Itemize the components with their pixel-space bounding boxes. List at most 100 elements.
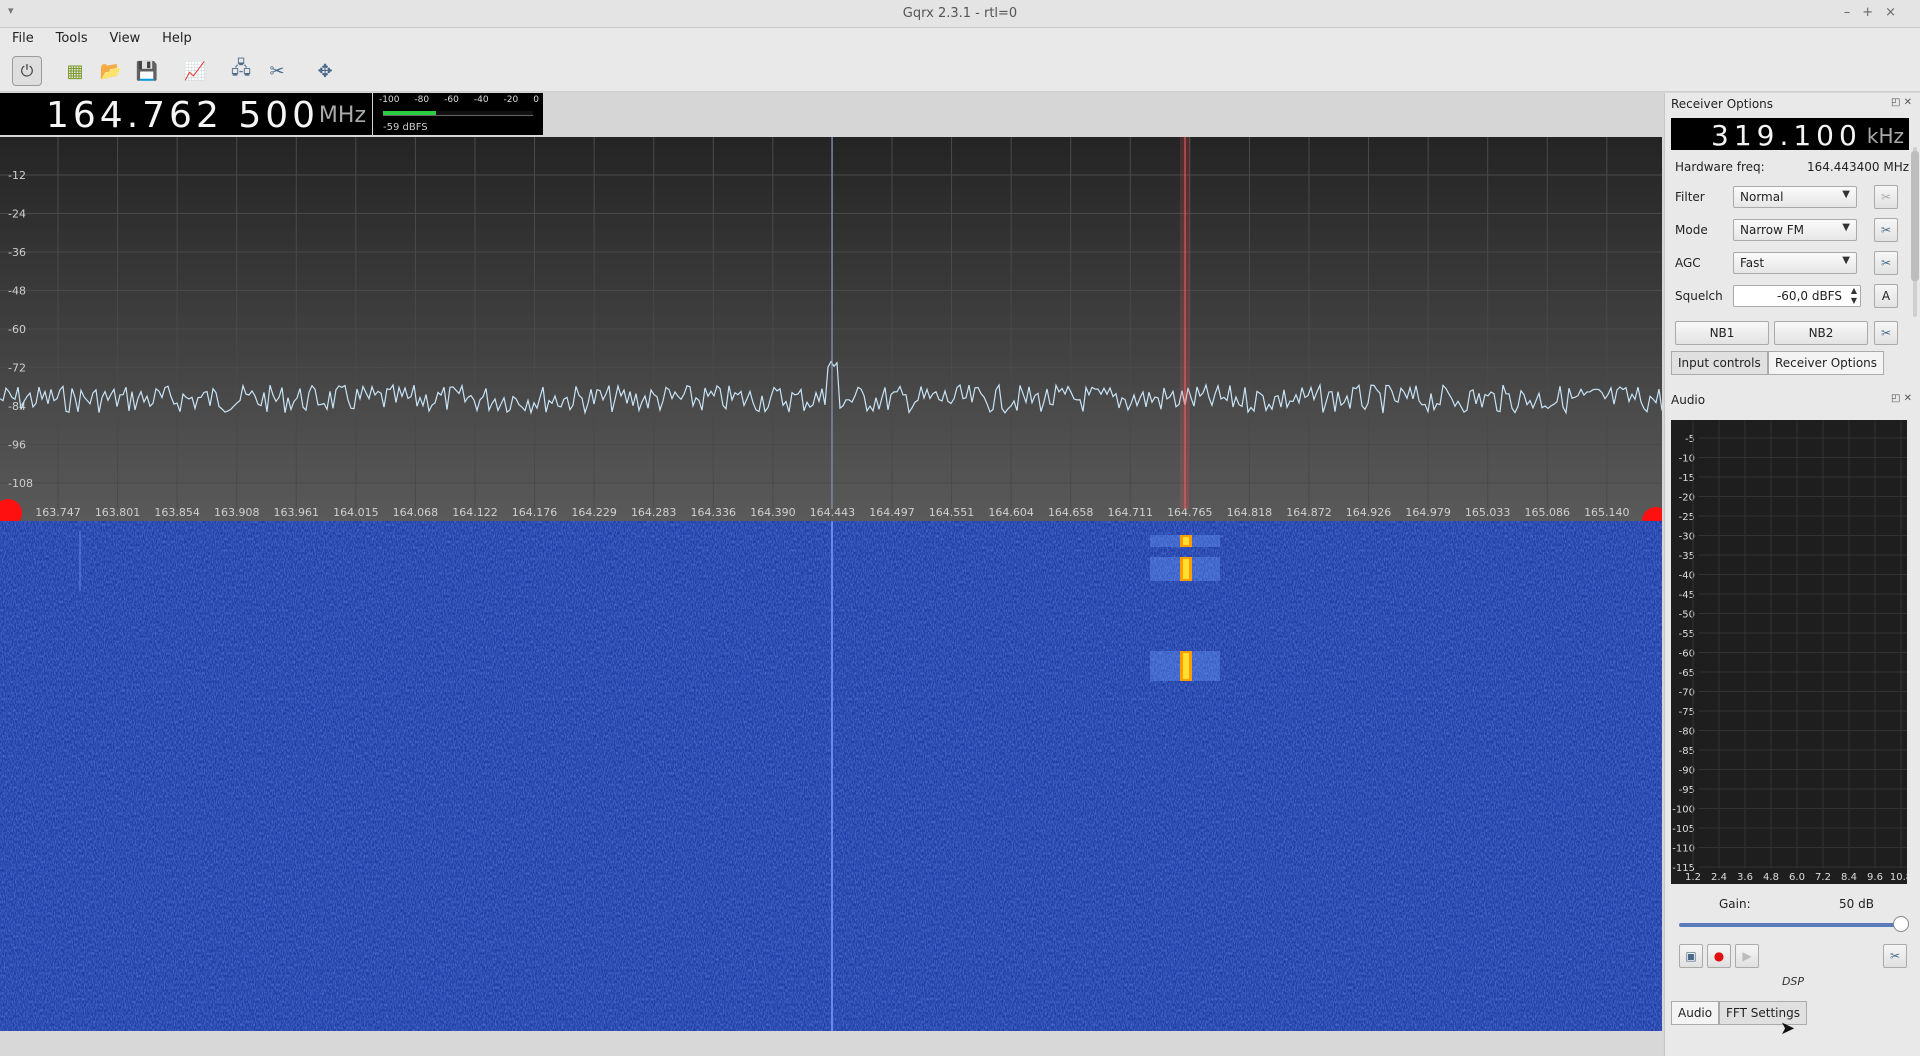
tab-receiver-options[interactable]: Receiver Options (1768, 351, 1885, 375)
freq-tick-label: 164.336 (691, 506, 737, 519)
scroll-thumb[interactable] (1911, 151, 1919, 281)
menu-file[interactable]: File (0, 28, 40, 46)
db-tick-label: -96 (8, 439, 26, 452)
nb1-button[interactable]: NB1 (1675, 321, 1769, 345)
remote-button[interactable]: 🖧 (226, 56, 256, 86)
fft-button[interactable]: 📈 (180, 56, 210, 86)
menu-bar: File Tools View Help (0, 28, 1920, 50)
bottom-strip (0, 1031, 1662, 1056)
save-button[interactable]: 💾 (132, 56, 162, 86)
network-icon: ▣ (1685, 949, 1697, 963)
squelch-auto-button[interactable]: A (1874, 284, 1898, 308)
freq-tick-label: 163.747 (35, 506, 81, 519)
waterfall[interactable] (0, 521, 1662, 1031)
offset-value[interactable]: 319.100 (1711, 119, 1862, 152)
meter-tick-label: 0 (533, 95, 539, 105)
record-icon: ● (1713, 949, 1725, 963)
menu-help[interactable]: Help (150, 28, 198, 46)
freq-tick-label: 163.801 (95, 506, 141, 519)
audio-freq-label: 9.6 (1867, 872, 1883, 883)
squelch-input[interactable]: -60,0 dBFS ▲ ▼ (1733, 285, 1861, 307)
freq-tick-label: 164.604 (988, 506, 1034, 519)
nb-options-button[interactable]: ✂ (1874, 321, 1898, 345)
freq-tick-label: 164.872 (1286, 506, 1332, 519)
db-tick-label: -12 (8, 169, 26, 182)
frequency-unit: MHz (318, 103, 366, 128)
freq-tick-label: 163.908 (214, 506, 260, 519)
udp-stream-button[interactable]: ▣ (1679, 944, 1703, 968)
audio-db-label: -105 (1672, 824, 1695, 835)
record-button[interactable]: ● (1707, 944, 1731, 968)
filter-options-button[interactable]: ✂ (1874, 185, 1898, 209)
meter-fill (383, 111, 436, 115)
save-icon: 💾 (135, 60, 159, 82)
chevron-down-icon: ▼ (1842, 222, 1850, 233)
audio-freq-label: 7.2 (1815, 872, 1831, 883)
audio-freq-label: 10.8 (1890, 872, 1907, 883)
audio-options-button[interactable]: ✂ (1883, 944, 1907, 968)
freq-tick-label: 163.854 (154, 506, 200, 519)
receiver-dock-buttons[interactable]: ◰ ✕ (1891, 97, 1912, 108)
gain-slider-handle[interactable] (1893, 916, 1909, 932)
hardware-icon: ▦ (66, 60, 84, 82)
spectrum-plot[interactable]: -12 -24 -36 -48 -60 -72 -84 -96 -108 163.747 163.8… (0, 137, 1662, 521)
right-edge-marker (1642, 507, 1662, 521)
freq-tick-label: 164.122 (452, 506, 498, 519)
title-bar: ▾ Gqrx 2.3.1 - rtl=0 –+× (0, 0, 1920, 28)
tab-audio[interactable]: Audio (1671, 1001, 1720, 1025)
wrench-icon: ✂ (1880, 256, 1892, 270)
meter-tick-label: -20 (503, 95, 519, 105)
fullscreen-button[interactable]: ✥ (310, 56, 340, 86)
meter-tick-label: -40 (473, 95, 489, 105)
hardware-freq-label: Hardware freq: (1675, 160, 1765, 174)
wrench-icon: ✂ (1889, 949, 1901, 963)
mode-value: Narrow FM (1740, 223, 1804, 237)
spin-arrows-icon[interactable]: ▲ ▼ (1851, 286, 1857, 306)
freq-tick-label: 164.551 (929, 506, 975, 519)
freq-tick-label: 164.068 (393, 506, 439, 519)
filter-select[interactable]: Normal ▼ (1733, 186, 1857, 208)
open-icon: 📂 (99, 60, 123, 82)
window-controls[interactable]: –+× (1844, 5, 1908, 20)
nb2-button[interactable]: NB2 (1774, 321, 1868, 345)
audio-freq-label: 3.6 (1737, 872, 1753, 883)
fullscreen-icon: ✥ (317, 60, 333, 82)
audio-dock-buttons[interactable]: ◰ ✕ (1891, 393, 1912, 404)
signal-burst-core (1183, 537, 1189, 545)
toolbar: ⏻ ▦ 📂 💾 📈 🖧 ✂ ✥ (0, 50, 1920, 92)
meter-bar (383, 111, 533, 116)
waterfall-svg (0, 521, 1662, 1031)
power-icon: ⏻ (20, 61, 34, 80)
spectrum-trace (0, 360, 1662, 416)
left-edge-marker (0, 499, 22, 521)
open-button[interactable]: 📂 (96, 56, 126, 86)
audio-title: Audio (1671, 393, 1706, 407)
receiver-scrollbar[interactable] (1911, 141, 1919, 331)
remote-icon: 🖧 (230, 58, 252, 79)
freq-tick-label: 164.711 (1108, 506, 1154, 519)
gain-slider[interactable] (1679, 923, 1899, 927)
mode-select[interactable]: Narrow FM ▼ (1733, 219, 1857, 241)
power-button[interactable]: ⏻ (12, 56, 42, 86)
agc-options-button[interactable]: ✂ (1874, 251, 1898, 275)
chevron-down-icon: ▼ (1842, 189, 1850, 200)
hardware-button[interactable]: ▦ (60, 56, 90, 86)
frequency-value[interactable]: 164.762 500 (46, 95, 319, 136)
right-dock: Receiver Options ◰ ✕ 319.100 kHz Hardwar… (1664, 93, 1920, 1056)
menu-tools[interactable]: Tools (44, 28, 94, 46)
frequency-display[interactable]: 164.762 500 MHz (0, 93, 372, 136)
freq-tick-label: 165.033 (1465, 506, 1511, 519)
configure-button[interactable]: ✂ (262, 56, 292, 86)
agc-select[interactable]: Fast ▼ (1733, 252, 1857, 274)
freq-tick-label: 164.229 (571, 506, 617, 519)
tab-input-controls[interactable]: Input controls (1671, 351, 1768, 375)
audio-freq-label: 8.4 (1841, 872, 1857, 883)
play-button[interactable]: ▶ (1735, 944, 1759, 968)
agc-label: AGC (1675, 256, 1701, 270)
mode-options-button[interactable]: ✂ (1874, 218, 1898, 242)
offset-display[interactable]: 319.100 kHz (1671, 118, 1909, 152)
wrench-icon: ✂ (1880, 326, 1892, 340)
meter-tick-label: -60 (444, 95, 459, 105)
menu-view[interactable]: View (97, 28, 146, 46)
signal-burst-core (1183, 559, 1189, 579)
